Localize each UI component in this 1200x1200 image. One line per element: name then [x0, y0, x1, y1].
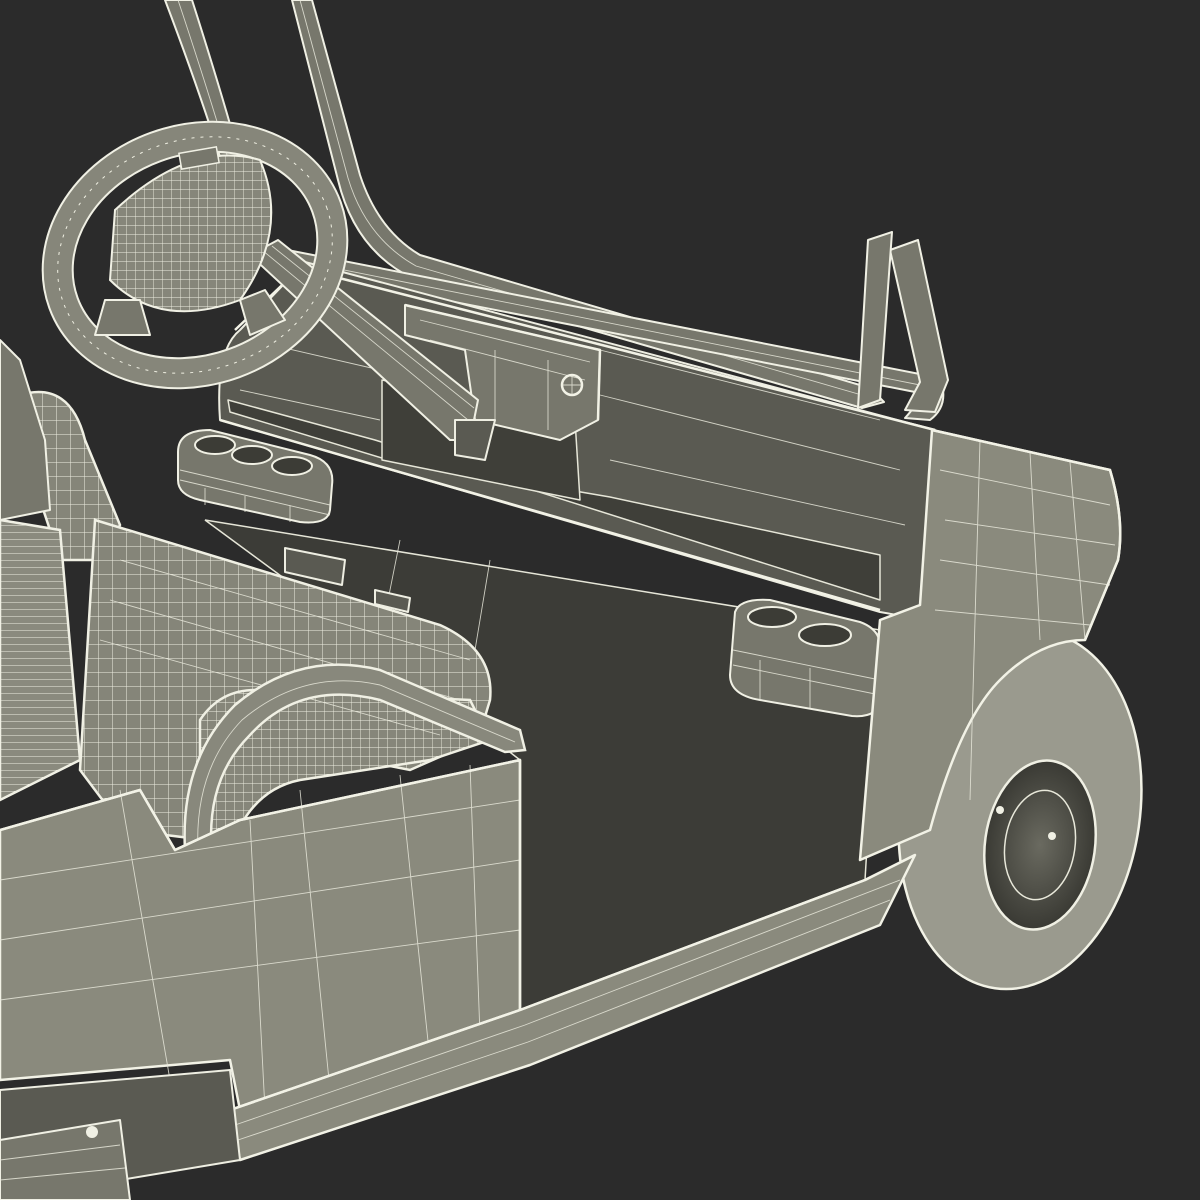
golf-cart-render	[0, 0, 1200, 1200]
